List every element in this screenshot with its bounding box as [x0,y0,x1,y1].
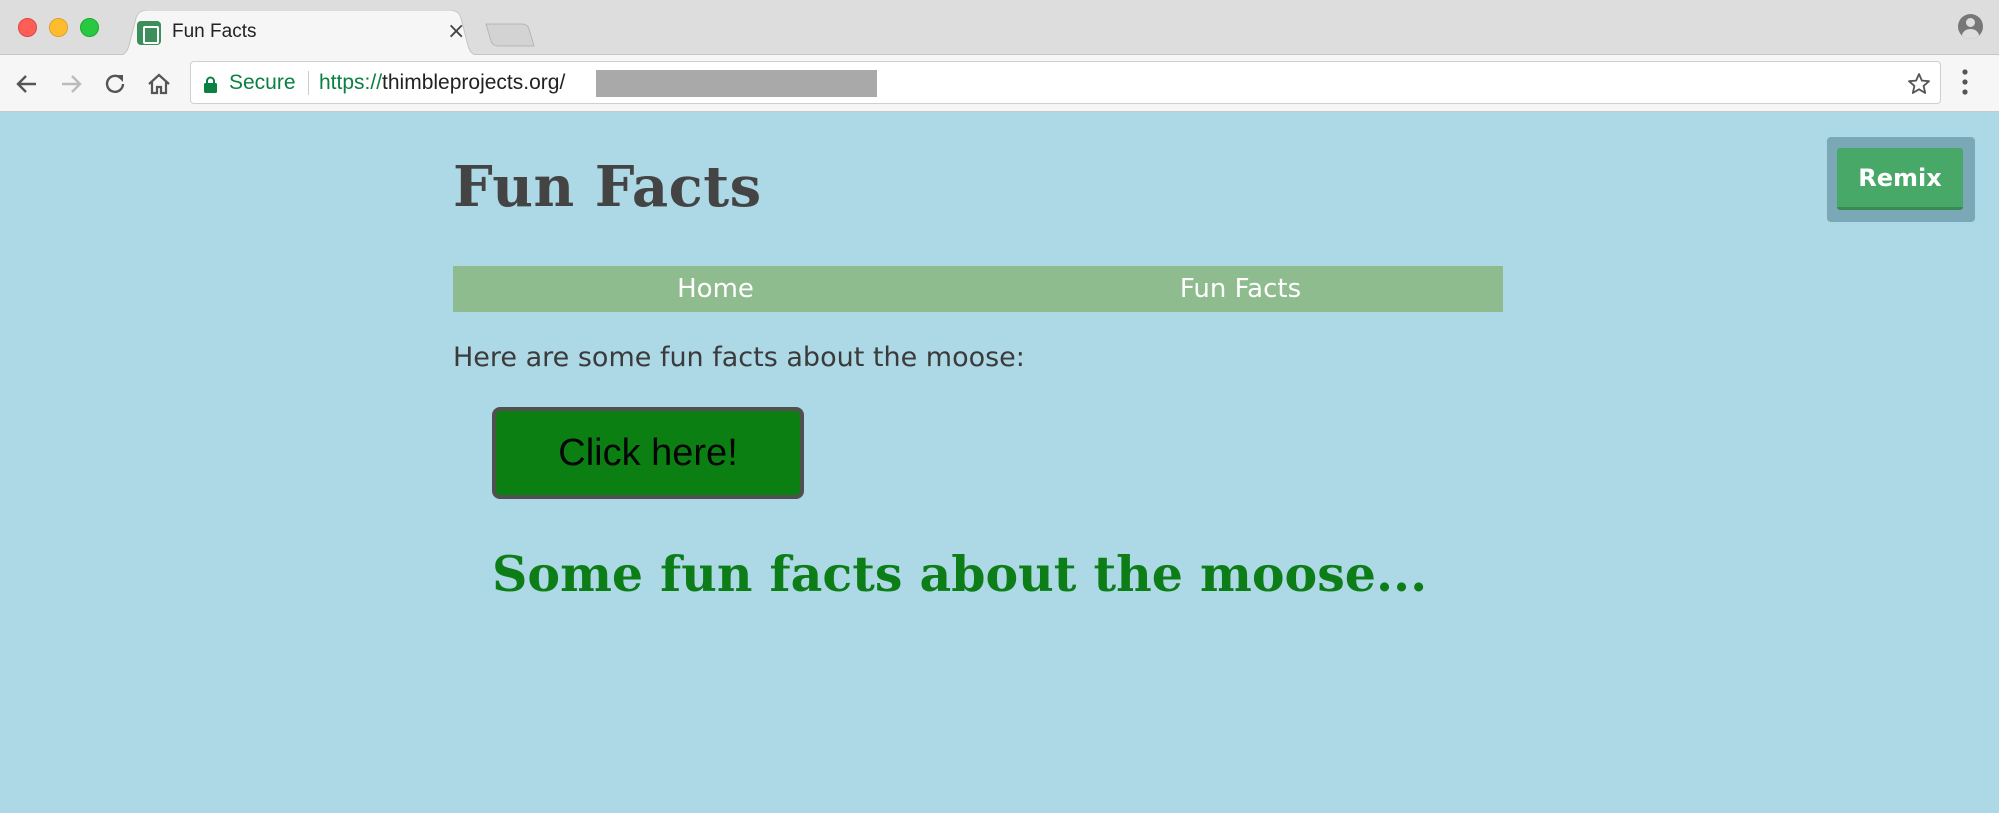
page-title: Fun Facts [453,154,762,220]
browser-tab[interactable]: Fun Facts × [116,10,481,56]
url-scheme: https:// [319,71,383,94]
reload-icon[interactable] [100,69,130,99]
maximize-window-button[interactable] [80,18,99,37]
address-bar[interactable]: Secure https://thimbleprojects.org/ [190,61,1941,104]
tab-shape [116,10,481,56]
omnibox-separator [308,71,309,95]
forward-icon[interactable] [56,69,86,99]
close-window-button[interactable] [18,18,37,37]
favicon-icon [137,21,161,45]
site-nav: Home Fun Facts [453,266,1503,312]
profile-icon[interactable] [1958,14,1983,39]
browser-toolbar: Secure https://thimbleprojects.org/ [0,55,1999,112]
minimize-window-button[interactable] [49,18,68,37]
redacted-url-path [596,70,877,97]
nav-link-home[interactable]: Home [453,266,978,312]
intro-text: Here are some fun facts about the moose: [453,342,1025,373]
url-text: https://thimbleprojects.org/ [319,71,565,95]
url-host: thimbleprojects.org/ [382,71,566,94]
remix-button[interactable]: Remix [1837,148,1963,210]
tab-title: Fun Facts [172,21,257,42]
bookmark-star-icon[interactable] [1907,72,1931,96]
remix-container: Remix [1827,137,1975,222]
nav-link-fun-facts[interactable]: Fun Facts [978,266,1503,312]
secure-label: Secure [229,71,296,94]
fun-facts-heading: Some fun facts about the moose... [492,545,1428,603]
click-here-button[interactable]: Click here! [492,407,804,499]
new-tab-button[interactable] [484,22,536,48]
browser-menu-icon[interactable] [1960,68,1970,96]
back-icon[interactable] [12,69,42,99]
tab-close-icon[interactable]: × [447,19,465,44]
lock-icon [204,76,217,93]
browser-tab-bar: Fun Facts × [0,0,1999,56]
home-icon[interactable] [144,69,174,99]
